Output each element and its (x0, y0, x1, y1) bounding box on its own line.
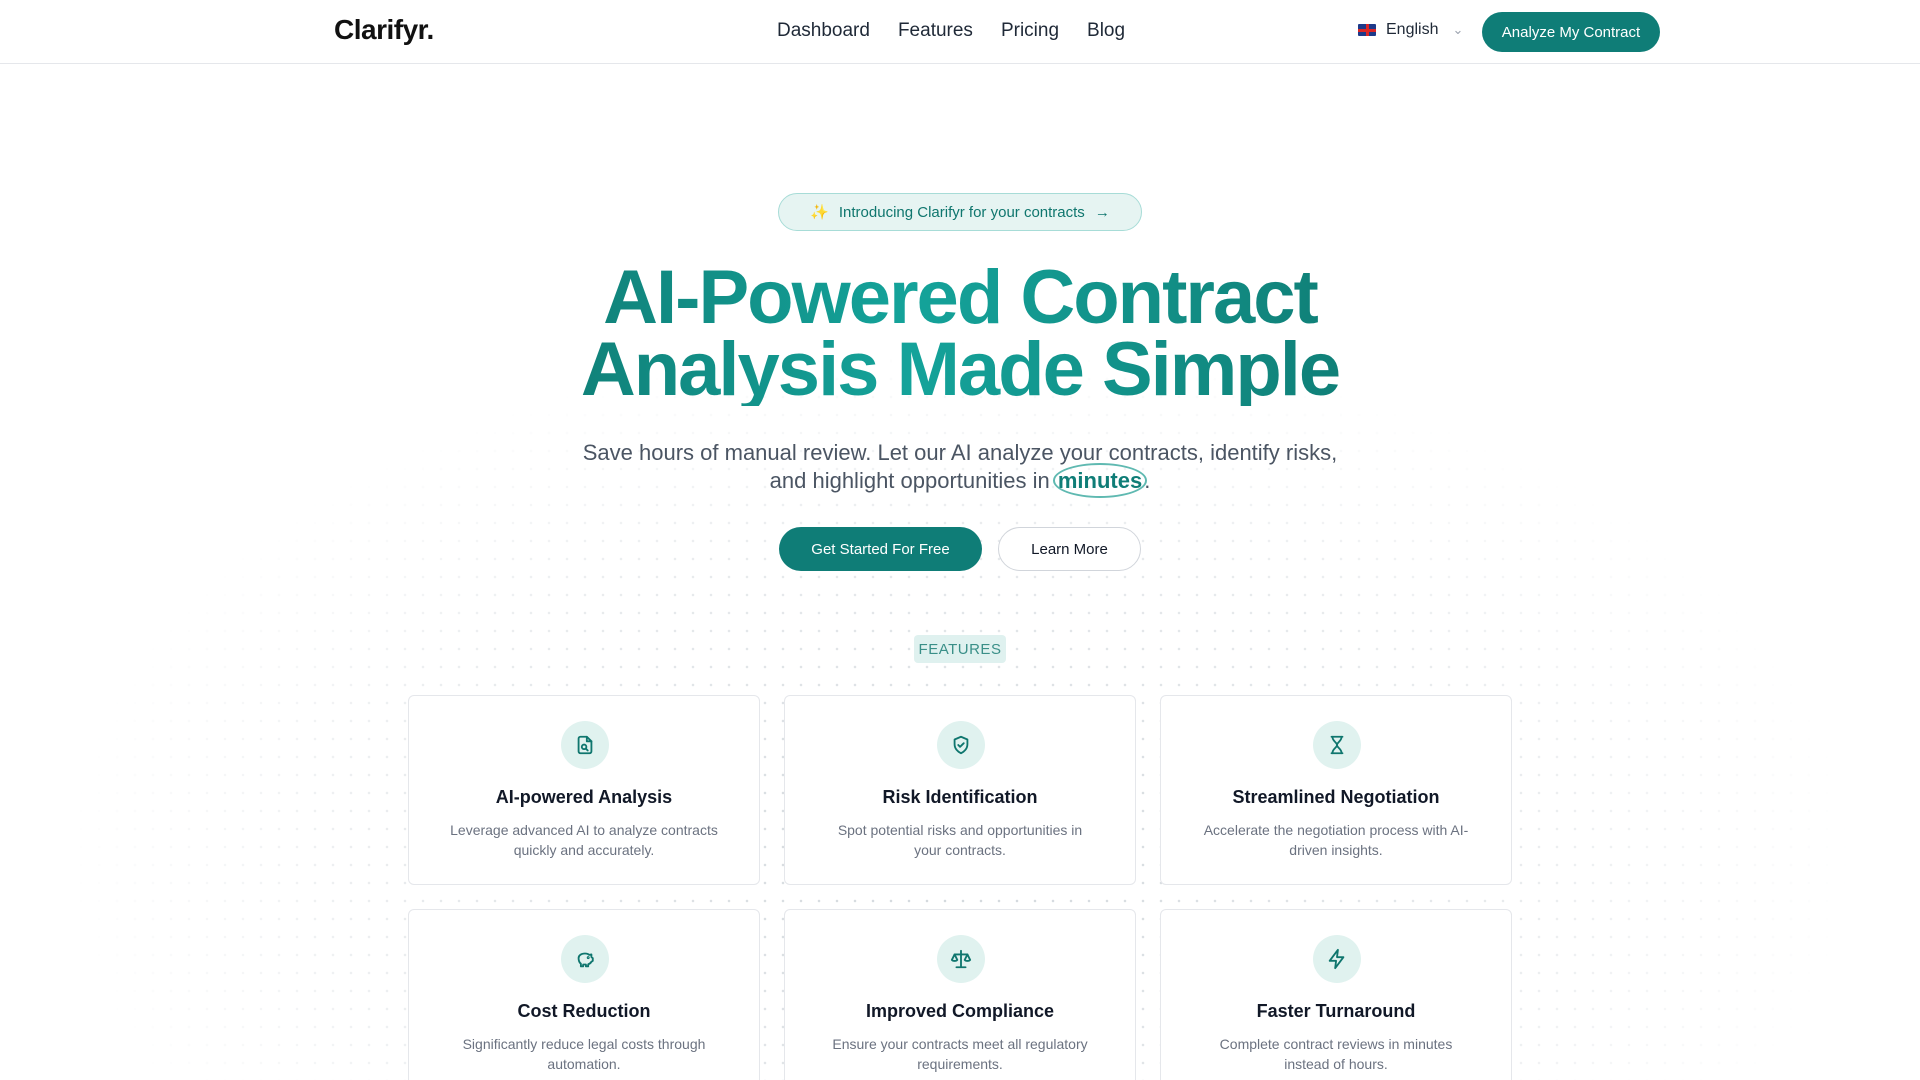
hero-title-line1: AI-Powered Contract (460, 260, 1460, 336)
top-navbar: Clarifyr. Dashboard Features Pricing Blo… (0, 0, 1920, 64)
feature-description: Ensure your contracts meet all regulator… (832, 1036, 1088, 1072)
piggy-bank-icon (561, 935, 609, 983)
highlight-minutes: minutes (1057, 468, 1143, 493)
feature-title: Cost Reduction (517, 1001, 651, 1021)
feature-description: Spot potential risks and opportunities i… (837, 822, 1083, 858)
features-tag: FEATURES (914, 635, 1006, 663)
lightning-icon (1313, 935, 1361, 983)
announcement-pill[interactable]: ✨ Introducing Clarifyr for your contract… (778, 193, 1142, 231)
feature-description: Complete contract reviews in minutes ins… (1219, 1036, 1453, 1072)
get-started-button[interactable]: Get Started For Free (779, 527, 982, 571)
shield-check-icon (937, 721, 985, 769)
arrow-right-icon: → (1094, 203, 1110, 221)
nav-link-dashboard[interactable]: Dashboard (777, 20, 870, 42)
learn-more-button[interactable]: Learn More (998, 527, 1141, 571)
subtitle-prefix: and highlight opportunities in (769, 468, 1050, 493)
document-search-icon (561, 721, 609, 769)
feature-title: AI-powered Analysis (495, 787, 673, 807)
brand-logo[interactable]: Clarifyr. (334, 14, 434, 46)
feature-description: Significantly reduce legal costs through… (462, 1036, 706, 1072)
hero-subtitle-line2: and highlight opportunities in minutes. (520, 468, 1400, 494)
nav-link-features[interactable]: Features (898, 20, 973, 42)
feature-title: Risk Identification (882, 787, 1038, 807)
chevron-down-icon: ⌄ (1452, 22, 1464, 37)
language-selector[interactable]: English ⌄ (1358, 21, 1463, 39)
feature-card-risk: Risk Identification Spot potential risks… (784, 695, 1136, 885)
nav-link-pricing[interactable]: Pricing (1001, 20, 1059, 42)
sparkle-icon: ✨ (810, 204, 829, 221)
scale-icon (937, 935, 985, 983)
nav-link-blog[interactable]: Blog (1087, 20, 1125, 42)
feature-card-ai-analysis: AI-powered Analysis Leverage advanced AI… (408, 695, 760, 885)
feature-card-turnaround: Faster Turnaround Complete contract revi… (1160, 909, 1512, 1080)
announcement-text: Introducing Clarifyr for your contracts (838, 203, 1085, 221)
feature-title: Improved Compliance (865, 1001, 1055, 1021)
analyze-contract-button[interactable]: Analyze My Contract (1482, 12, 1660, 52)
main-nav: Dashboard Features Pricing Blog (777, 20, 1125, 42)
feature-title: Faster Turnaround (1256, 1001, 1416, 1021)
hourglass-icon (1313, 721, 1361, 769)
hero-title-line2: Analysis Made Simple (460, 332, 1460, 408)
feature-card-cost: Cost Reduction Significantly reduce lega… (408, 909, 760, 1080)
feature-description: Leverage advanced AI to analyze contract… (450, 822, 718, 858)
feature-title: Streamlined Negotiation (1232, 787, 1440, 807)
feature-description: Accelerate the negotiation process with … (1203, 822, 1469, 858)
uk-flag-icon (1358, 24, 1376, 36)
feature-card-compliance: Improved Compliance Ensure your contract… (784, 909, 1136, 1080)
hero-subtitle-line1: Save hours of manual review. Let our AI … (582, 440, 1338, 465)
language-label: English (1386, 21, 1439, 38)
feature-card-negotiation: Streamlined Negotiation Accelerate the n… (1160, 695, 1512, 885)
